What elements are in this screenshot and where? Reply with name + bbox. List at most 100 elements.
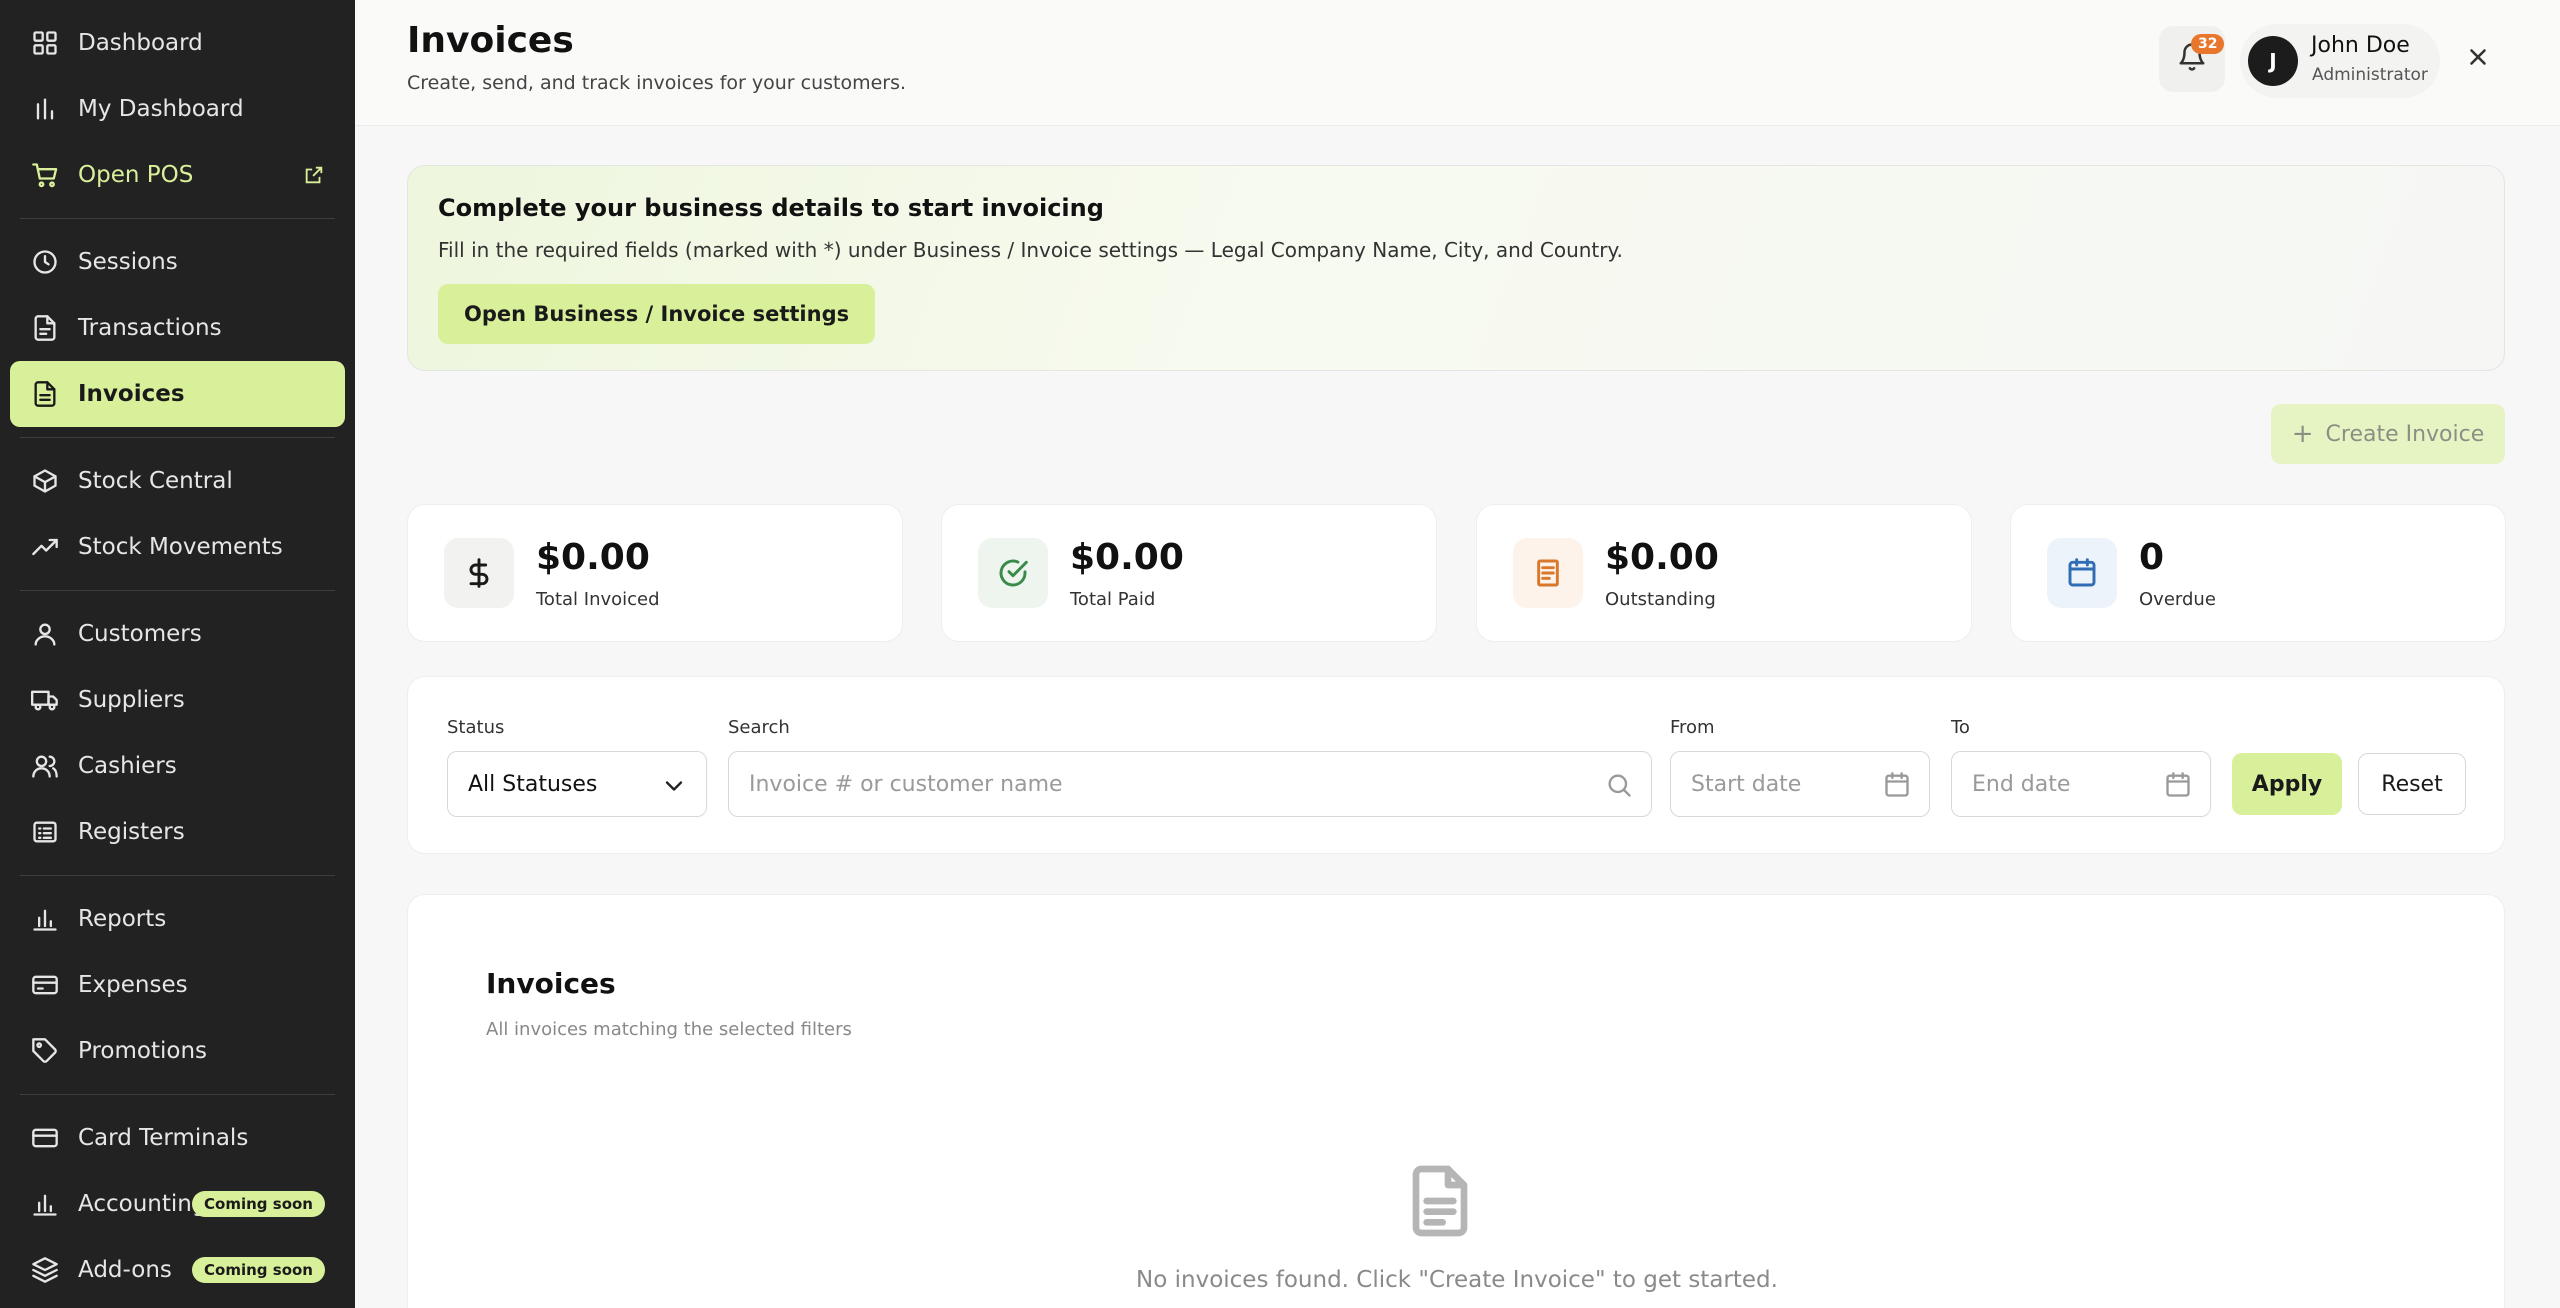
sidebar-item-sessions[interactable]: Sessions (10, 229, 345, 295)
sidebar-item-label: Open POS (78, 162, 194, 188)
stat-value: $0.00 (536, 537, 650, 578)
user-icon (30, 619, 60, 649)
plus-icon: + (2291, 419, 2314, 449)
sidebar-item-label: My Dashboard (78, 96, 244, 122)
stat-card-total-invoiced: $0.00 Total Invoiced (407, 504, 903, 642)
sidebar-item-stock-movements[interactable]: Stock Movements (10, 514, 345, 580)
tag-icon (30, 1036, 60, 1066)
apply-button[interactable]: Apply (2232, 753, 2342, 815)
create-invoice-button[interactable]: + Create Invoice (2271, 404, 2505, 464)
file-text-icon (30, 379, 60, 409)
calendar-icon[interactable] (1883, 771, 1911, 799)
from-label: From (1670, 717, 1715, 738)
check-circle-icon (978, 538, 1048, 608)
user-role: Administrator (2312, 65, 2428, 85)
bar-chart-icon (30, 904, 60, 934)
sidebar-item-label: Promotions (78, 1038, 208, 1064)
search-placeholder: Invoice # or customer name (749, 771, 1063, 797)
search-input[interactable]: Invoice # or customer name (728, 751, 1652, 817)
sidebar-item-suppliers[interactable]: Suppliers (10, 667, 345, 733)
reset-button[interactable]: Reset (2358, 753, 2466, 815)
sidebar-item-registers[interactable]: Registers (10, 799, 345, 865)
sidebar-item-label: Accounting (78, 1191, 207, 1217)
open-settings-button[interactable]: Open Business / Invoice settings (438, 284, 876, 344)
sidebar-item-cashiers[interactable]: Cashiers (10, 733, 345, 799)
receipt-icon (1513, 538, 1583, 608)
wallet-icon (30, 970, 60, 1000)
sidebar-item-my-dashboard[interactable]: My Dashboard (10, 76, 345, 142)
cart-icon (30, 160, 60, 190)
start-date-placeholder: Start date (1691, 771, 1802, 797)
sidebar-item-reports[interactable]: Reports (10, 886, 345, 952)
end-date-input[interactable]: End date (1951, 751, 2211, 817)
sidebar-item-label: Dashboard (78, 30, 203, 56)
sidebar-item-transactions[interactable]: Transactions (10, 295, 345, 361)
status-label: Status (447, 717, 505, 738)
sidebar-item-label: Stock Central (78, 468, 233, 494)
credit-card-icon (30, 1123, 60, 1153)
sidebar-item-label: Expenses (78, 972, 188, 998)
empty-state-text: No invoices found. Click "Create Invoice… (1136, 1267, 1778, 1293)
invoices-panel-title: Invoices (486, 967, 616, 1000)
sidebar-item-label: Cashiers (78, 753, 177, 779)
coming-soon-badge: Coming soon (192, 1257, 325, 1283)
sidebar-item-card-terminals[interactable]: Card Terminals (10, 1105, 345, 1171)
page-subtitle: Create, send, and track invoices for you… (407, 72, 907, 94)
sidebar-item-open-pos[interactable]: Open POS (10, 142, 345, 208)
business-details-banner: Complete your business details to start … (407, 165, 2505, 371)
stat-value: $0.00 (1605, 537, 1719, 578)
filters-panel: Status All Statuses Search Invoice # or … (407, 676, 2505, 854)
invoices-panel-subtitle: All invoices matching the selected filte… (486, 1019, 852, 1040)
file-icon (30, 313, 60, 343)
sidebar-item-label: Sessions (78, 249, 178, 275)
layers-icon (30, 1255, 60, 1285)
sidebar-item-expenses[interactable]: Expenses (10, 952, 345, 1018)
calendar-icon[interactable] (2164, 771, 2192, 799)
page-header: Invoices Create, send, and track invoice… (355, 0, 2560, 126)
user-name: John Doe (2311, 33, 2410, 58)
sidebar-item-label: Add-ons (78, 1257, 172, 1283)
bar-chart-icon (30, 94, 60, 124)
notifications-button[interactable]: 32 (2159, 26, 2225, 92)
user-menu[interactable]: J John Doe Administrator (2240, 24, 2440, 98)
coming-soon-badge: Coming soon (192, 1191, 325, 1217)
grid-icon (30, 28, 60, 58)
stat-label: Outstanding (1605, 589, 1716, 610)
sidebar-item-stock-central[interactable]: Stock Central (10, 448, 345, 514)
sidebar-item-label: Stock Movements (78, 534, 283, 560)
create-invoice-label: Create Invoice (2325, 421, 2485, 447)
sidebar-item-invoices[interactable]: Invoices (10, 361, 345, 427)
stat-label: Total Paid (1070, 589, 1156, 610)
sidebar-item-dashboard[interactable]: Dashboard (10, 10, 345, 76)
start-date-input[interactable]: Start date (1670, 751, 1930, 817)
stat-card-outstanding: $0.00 Outstanding (1476, 504, 1972, 642)
avatar: J (2248, 36, 2298, 86)
close-icon[interactable] (2465, 44, 2495, 74)
sidebar-item-customers[interactable]: Customers (10, 601, 345, 667)
sidebar-item-label: Reports (78, 906, 167, 932)
truck-icon (30, 685, 60, 715)
status-select[interactable]: All Statuses (447, 751, 707, 817)
stat-card-total-paid: $0.00 Total Paid (941, 504, 1437, 642)
sidebar-item-accounting[interactable]: Accounting Coming soon (10, 1171, 345, 1237)
sidebar-item-label: Registers (78, 819, 185, 845)
list-icon (30, 817, 60, 847)
trending-up-icon (30, 532, 60, 562)
invoices-panel: Invoices All invoices matching the selec… (407, 894, 2505, 1308)
users-icon (30, 751, 60, 781)
sidebar-item-add-ons[interactable]: Add-ons Coming soon (10, 1237, 345, 1303)
stat-value: $0.00 (1070, 537, 1184, 578)
calendar-icon (2047, 538, 2117, 608)
status-value: All Statuses (468, 771, 598, 797)
stat-label: Overdue (2139, 589, 2216, 610)
divider (20, 437, 335, 438)
search-label: Search (728, 717, 790, 738)
stat-value: 0 (2139, 537, 2165, 578)
to-label: To (1951, 717, 1970, 738)
sidebar-item-promotions[interactable]: Promotions (10, 1018, 345, 1084)
notification-count-badge: 32 (2191, 34, 2225, 54)
chevron-down-icon (660, 772, 688, 800)
external-link-icon[interactable] (303, 164, 325, 186)
box-icon (30, 466, 60, 496)
sidebar-item-label: Invoices (78, 381, 185, 407)
